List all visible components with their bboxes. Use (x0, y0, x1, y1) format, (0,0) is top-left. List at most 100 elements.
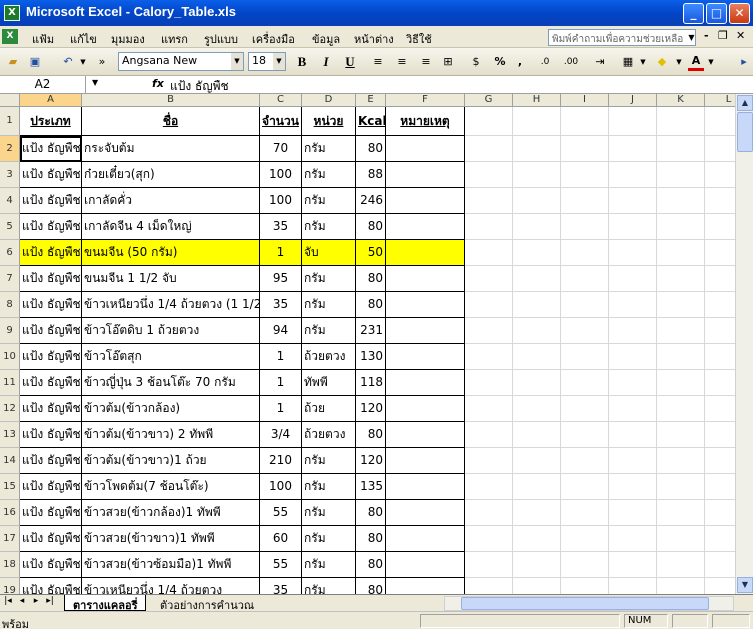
empty-cell[interactable] (465, 500, 513, 526)
empty-cell[interactable] (609, 396, 657, 422)
decrease-decimal-icon[interactable]: .00 (562, 53, 580, 71)
empty-cell[interactable] (513, 474, 561, 500)
cell-kcal[interactable]: 80 (356, 578, 386, 594)
empty-cell[interactable] (657, 214, 705, 240)
cell-unit[interactable]: กรัม (302, 162, 356, 188)
first-sheet-icon[interactable]: |◂ (2, 596, 14, 606)
empty-cell[interactable] (705, 162, 735, 188)
doc-restore-button[interactable]: ❐ (718, 29, 728, 42)
cell-unit[interactable]: กรัม (302, 578, 356, 594)
cell-kcal[interactable]: 80 (356, 526, 386, 552)
cell-note[interactable] (386, 396, 465, 422)
cell-unit[interactable]: กรัม (302, 318, 356, 344)
empty-cell[interactable] (513, 240, 561, 266)
cell-unit[interactable]: ถ้วยตวง (302, 344, 356, 370)
cell-kcal[interactable]: 231 (356, 318, 386, 344)
row-header[interactable]: 15 (0, 474, 20, 500)
increase-decimal-icon[interactable]: .0 (536, 53, 554, 71)
cell-qty[interactable]: 35 (260, 292, 302, 318)
excel-app-icon[interactable]: X (4, 5, 20, 21)
close-button[interactable]: ✕ (729, 3, 750, 24)
empty-cell[interactable] (657, 136, 705, 162)
column-header-k[interactable]: K (657, 94, 705, 107)
column-header-b[interactable]: B (82, 94, 260, 107)
empty-cell[interactable] (465, 188, 513, 214)
cell-name[interactable]: เกาลัดคั่ว (82, 188, 260, 214)
empty-cell[interactable] (657, 188, 705, 214)
underline-button[interactable]: U (342, 53, 358, 71)
empty-cell[interactable] (561, 552, 609, 578)
row-header[interactable]: 18 (0, 552, 20, 578)
empty-cell[interactable] (657, 396, 705, 422)
cell-type[interactable]: แป้ง ธัญพืช (20, 552, 82, 578)
cell-type[interactable]: แป้ง ธัญพืช (20, 578, 82, 594)
cell-type[interactable]: แป้ง ธัญพืช (20, 396, 82, 422)
empty-cell[interactable] (465, 318, 513, 344)
column-header-j[interactable]: J (609, 94, 657, 107)
empty-cell[interactable] (705, 214, 735, 240)
cell-note[interactable] (386, 344, 465, 370)
empty-cell[interactable] (513, 370, 561, 396)
row-header[interactable]: 2 (0, 136, 20, 162)
cell-note[interactable] (386, 474, 465, 500)
empty-cell[interactable] (561, 370, 609, 396)
cell-type[interactable]: แป้ง ธัญพืช (20, 448, 82, 474)
empty-cell[interactable] (465, 214, 513, 240)
last-sheet-icon[interactable]: ▸| (44, 596, 56, 606)
empty-cell[interactable] (657, 344, 705, 370)
cell-note[interactable] (386, 578, 465, 594)
cell-name[interactable]: ข้าวสวย(ข้าวขาว)1 ทัพพี (82, 526, 260, 552)
cell-unit[interactable]: กรัม (302, 474, 356, 500)
cell-name[interactable]: เกาลัดจีน 4 เม็ดใหญ่ (82, 214, 260, 240)
column-header-l[interactable]: L (705, 94, 735, 107)
menu-help[interactable]: วิธีใช้ (406, 30, 432, 48)
cell-name[interactable]: ขนมจีน (50 กรัม) (82, 240, 260, 266)
cell-kcal[interactable]: 80 (356, 136, 386, 162)
row-header[interactable]: 10 (0, 344, 20, 370)
empty-cell[interactable] (513, 214, 561, 240)
name-box[interactable]: A2 (0, 76, 86, 93)
row-header[interactable]: 8 (0, 292, 20, 318)
cell-kcal[interactable]: 246 (356, 188, 386, 214)
align-right-icon[interactable]: ≡ (418, 53, 434, 71)
empty-cell[interactable] (561, 474, 609, 500)
empty-cell[interactable] (657, 292, 705, 318)
header-cell-kcal[interactable]: Kcal (356, 107, 386, 136)
doc-close-button[interactable]: ✕ (736, 29, 745, 42)
horizontal-scroll-thumb[interactable] (461, 597, 709, 610)
cell-name[interactable]: ข้าวสวย(ข้าวซ้อมมือ)1 ทัพพี (82, 552, 260, 578)
header-cell-name[interactable]: ชื่อ (82, 107, 260, 136)
empty-cell[interactable] (657, 266, 705, 292)
chevron-down-icon[interactable]: ▼ (231, 53, 243, 70)
cell-note[interactable] (386, 370, 465, 396)
cell-type[interactable]: แป้ง ธัญพืช (20, 422, 82, 448)
column-header-c[interactable]: C (260, 94, 302, 107)
empty-cell[interactable] (513, 292, 561, 318)
more-buttons-icon[interactable]: » (94, 53, 110, 71)
menu-edit[interactable]: แก้ไข (70, 30, 97, 48)
empty-cell[interactable] (465, 448, 513, 474)
cell-unit[interactable]: กรัม (302, 188, 356, 214)
empty-cell[interactable] (705, 422, 735, 448)
cell-kcal[interactable]: 80 (356, 292, 386, 318)
cell-note[interactable] (386, 292, 465, 318)
cell-note[interactable] (386, 214, 465, 240)
empty-cell[interactable] (657, 240, 705, 266)
empty-cell[interactable] (465, 107, 513, 136)
cell-note[interactable] (386, 136, 465, 162)
scroll-up-icon[interactable]: ▲ (737, 95, 753, 111)
cell-name[interactable]: ข้าวต้ม(ข้าวขาว) 2 ทัพพี (82, 422, 260, 448)
cell-qty[interactable]: 1 (260, 396, 302, 422)
empty-cell[interactable] (561, 448, 609, 474)
maximize-button[interactable]: □ (706, 3, 727, 24)
next-sheet-icon[interactable]: ▸ (30, 596, 42, 606)
empty-cell[interactable] (561, 526, 609, 552)
empty-cell[interactable] (609, 292, 657, 318)
menu-tools[interactable]: เครื่องมือ (252, 30, 295, 48)
empty-cell[interactable] (609, 107, 657, 136)
empty-cell[interactable] (609, 500, 657, 526)
empty-cell[interactable] (561, 318, 609, 344)
cell-qty[interactable]: 1 (260, 344, 302, 370)
empty-cell[interactable] (513, 448, 561, 474)
column-header-d[interactable]: D (302, 94, 356, 107)
